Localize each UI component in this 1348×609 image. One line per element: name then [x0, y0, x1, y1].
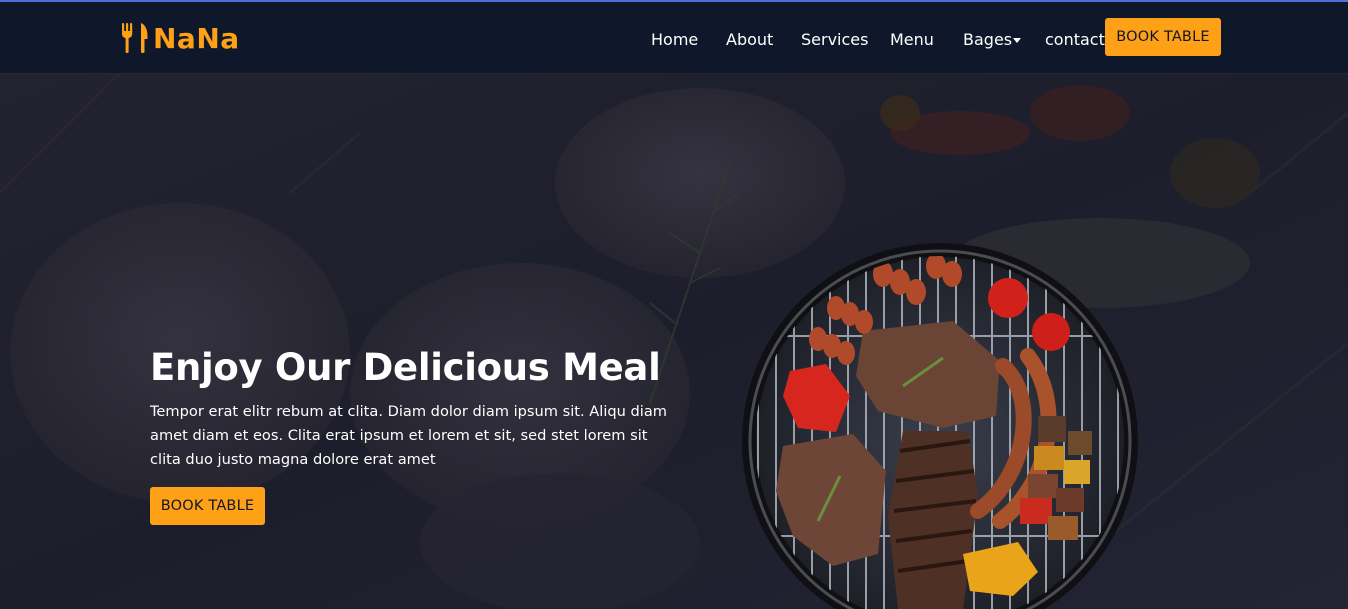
- nav-about[interactable]: About: [726, 28, 773, 52]
- navbar: NaNa Home About Services Menu Bages cont…: [0, 2, 1348, 73]
- hero-book-table-button[interactable]: BOOK TABLE: [150, 487, 265, 525]
- nav-book-table-button[interactable]: BOOK TABLE: [1105, 18, 1221, 56]
- nav-home[interactable]: Home: [651, 28, 698, 52]
- nav-menu[interactable]: Menu: [890, 28, 934, 52]
- hero-background-image: [0, 73, 1348, 609]
- nav-bages-dropdown[interactable]: Bages: [963, 28, 1012, 52]
- hero-description: Tempor erat elitr rebum at clita. Diam d…: [150, 403, 668, 468]
- nav-services[interactable]: Services: [801, 28, 868, 52]
- nav-contact[interactable]: contact: [1045, 28, 1105, 52]
- hero-section: Enjoy Our Delicious Meal Tempor erat eli…: [0, 73, 1348, 609]
- chevron-down-icon[interactable]: [1013, 38, 1021, 43]
- grill-food-image: [742, 243, 1138, 609]
- hero-title: Enjoy Our Delicious Meal: [150, 346, 661, 389]
